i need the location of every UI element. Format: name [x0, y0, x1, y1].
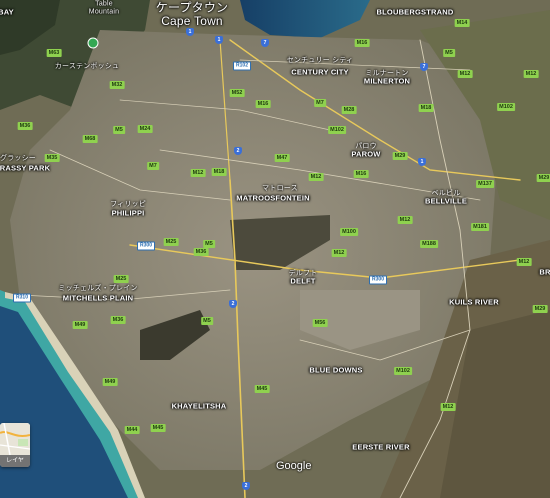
- route-shield-n2: 2: [234, 147, 242, 155]
- route-shield-m47: M47: [274, 154, 290, 162]
- area-label-philippi: PHILIPPI: [111, 208, 145, 218]
- park-poi-icon[interactable]: [87, 37, 99, 49]
- area-label-delft: DELFT: [290, 276, 316, 286]
- route-shield-m12: M12: [308, 173, 324, 181]
- route-shield-m12: M12: [457, 70, 473, 78]
- area-label-kuils-river: KUILS RIVER: [449, 297, 499, 307]
- route-shield-m36: M36: [17, 122, 33, 130]
- route-shield-m10: M12: [190, 169, 206, 177]
- area-label-kirstenbosch-jp: カーステンボッシュ: [54, 63, 120, 70]
- route-shield-m5: M5: [113, 126, 125, 134]
- area-label-eerste-river: EERSTE RIVER: [352, 442, 410, 452]
- route-shield-m45: M45: [254, 385, 270, 393]
- route-shield-r102: M102: [394, 367, 412, 375]
- route-shield-m36: M36: [110, 316, 126, 324]
- route-shield-n1: 1: [418, 158, 426, 166]
- city-name: Cape Town: [161, 14, 223, 28]
- route-shield-m29: M29: [392, 152, 408, 160]
- route-shield-m22: M25: [113, 275, 129, 283]
- route-shield-m44: M44: [124, 426, 140, 434]
- route-shield-m16: M16: [255, 100, 271, 108]
- area-label-br-edge: BR: [539, 267, 550, 277]
- route-shield-m49: M49: [72, 321, 88, 329]
- route-shield-m22: M25: [163, 238, 179, 246]
- area-label-bloubergstrand: BLOUBERGSTRAND: [376, 7, 454, 17]
- area-label-parow: PAROW: [351, 149, 381, 159]
- area-label-bay-edge: BAY: [0, 7, 14, 17]
- route-shield-r102: R102: [233, 61, 251, 71]
- route-shield-n7: 7: [261, 39, 269, 47]
- route-shield-m18: M18: [211, 168, 227, 176]
- route-shield-n7: 7: [420, 63, 428, 71]
- route-shield-n1: 1: [186, 28, 194, 36]
- route-shield-m24: M24: [137, 125, 153, 133]
- route-shield-m71: M100: [340, 228, 358, 236]
- route-shield-r310: R310: [13, 293, 31, 303]
- route-shield-m35: M35: [44, 154, 60, 162]
- area-label-milnerton: MILNERTON: [363, 76, 411, 86]
- area-label-century-city-jp: センチュリー シティ: [286, 57, 354, 64]
- area-label-matroosfontein-jp: マトロース: [262, 185, 298, 192]
- area-label-grassy-park-jp: グラッシー: [0, 155, 36, 162]
- route-shield-m9: M5: [201, 317, 213, 325]
- route-shield-m23: M29: [536, 174, 550, 182]
- route-shield-m52: M52: [229, 89, 245, 97]
- route-shield-m27: M16: [354, 39, 370, 47]
- route-shield-m49: M49: [102, 378, 118, 386]
- route-shield-m181: M181: [471, 223, 489, 231]
- route-shield-m18: M18: [418, 104, 434, 112]
- route-shield-m23: M29: [532, 305, 548, 313]
- area-label-blue-downs: BLUE DOWNS: [309, 365, 363, 375]
- route-shield-m7: M7: [314, 99, 326, 107]
- route-shield-m56: M56: [312, 319, 328, 327]
- google-attribution-logo: Google: [276, 460, 312, 472]
- layers-map-thumbnail-icon: [0, 423, 30, 455]
- route-shield-n2: 2: [242, 482, 250, 490]
- route-shield-m137: M137: [476, 180, 494, 188]
- route-shield-m12: M12: [440, 403, 456, 411]
- route-shield-m45: M45: [150, 424, 166, 432]
- route-shield-m14: M14: [454, 19, 470, 27]
- area-label-mountain: Mountain: [88, 8, 120, 16]
- route-shield-m102: M102: [328, 126, 346, 134]
- route-shield-m16: M16: [353, 170, 369, 178]
- area-label-mitchells-plain: MITCHELLS PLAIN: [62, 293, 134, 303]
- route-shield-m12: M12: [523, 70, 539, 78]
- route-shield-m10: M12: [397, 216, 413, 224]
- route-shield-m102: M102: [497, 103, 515, 111]
- route-shield-m68: M68: [82, 135, 98, 143]
- route-shield-r300: R300: [137, 241, 155, 251]
- route-shield-m63: M63: [46, 49, 62, 57]
- route-shield-m7: M7: [147, 162, 159, 170]
- route-shield-m188: M188: [420, 240, 438, 248]
- area-label-khayelitsha: KHAYELITSHA: [171, 401, 227, 411]
- area-label-matroosfontein: MATROOSFONTEIN: [236, 193, 310, 203]
- route-shield-m12: M12: [331, 249, 347, 257]
- route-shield-m9: M5: [203, 240, 215, 248]
- route-shield-r300: R300: [369, 275, 387, 285]
- route-shield-m25: M28: [341, 106, 357, 114]
- route-shield-m12: M12: [516, 258, 532, 266]
- satellite-map[interactable]: ケープタウン Cape Town BLOUBERGSTRAND センチュリー シ…: [0, 0, 550, 498]
- route-shield-m36: M36: [193, 248, 209, 256]
- route-shield-m5: M5: [443, 49, 455, 57]
- route-shield-n2: 2: [229, 300, 237, 308]
- route-shield-n1: 1: [215, 36, 223, 44]
- area-label-mitchells-plain-jp: ミッチェルズ・プレイン: [58, 285, 138, 292]
- area-label-grassy-park: GRASSY PARK: [0, 163, 51, 173]
- area-label-table: Table: [95, 0, 113, 8]
- route-shield-m3: M32: [109, 81, 125, 89]
- layers-button-label: レイヤ: [0, 455, 30, 467]
- area-label-bellville: BELLVILLE: [424, 196, 468, 206]
- area-label-century-city: CENTURY CITY: [291, 67, 349, 77]
- area-label-philippi-jp: フィリッピ: [110, 201, 146, 208]
- layers-button[interactable]: レイヤ: [0, 423, 30, 467]
